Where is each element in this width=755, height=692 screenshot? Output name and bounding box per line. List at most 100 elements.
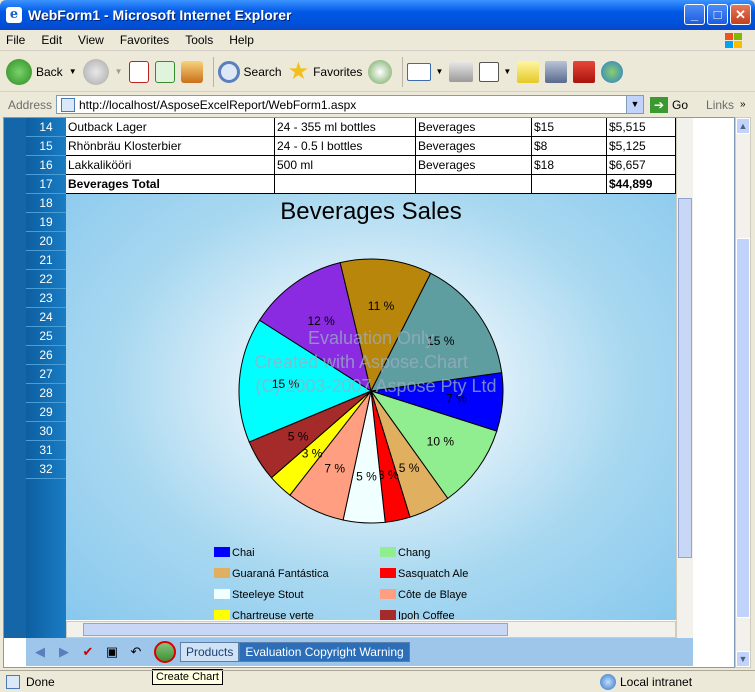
- mail-button[interactable]: ▼: [407, 55, 443, 89]
- discuss-button[interactable]: [517, 55, 540, 89]
- row-header: 32: [26, 460, 66, 479]
- menu-tools[interactable]: Tools: [185, 33, 213, 47]
- prev-sheet-icon[interactable]: ◀: [30, 642, 50, 662]
- scroll-up-icon[interactable]: ▲: [736, 118, 750, 134]
- cell[interactable]: Rhönbräu Klosterbier: [66, 137, 275, 155]
- tab-evaluation-warning[interactable]: Evaluation Copyright Warning: [239, 642, 410, 662]
- scroll-thumb[interactable]: [83, 623, 508, 636]
- worksheet-vertical-scrollbar[interactable]: [676, 118, 693, 638]
- maximize-button[interactable]: □: [707, 4, 728, 25]
- address-input[interactable]: http://localhost/AsposeExcelReport/WebFo…: [56, 95, 644, 114]
- history-button[interactable]: [368, 55, 393, 89]
- cell[interactable]: $44,899: [607, 175, 676, 193]
- note-icon: [517, 60, 540, 83]
- cell[interactable]: 500 ml: [275, 156, 416, 174]
- download-button[interactable]: [573, 55, 596, 89]
- edit-button[interactable]: ▼: [479, 55, 511, 89]
- links-button[interactable]: Links: [706, 98, 734, 112]
- cell[interactable]: Beverages: [416, 137, 532, 155]
- scroll-thumb[interactable]: [678, 198, 692, 558]
- status-text: Done: [26, 674, 55, 689]
- menu-file[interactable]: File: [6, 33, 25, 47]
- cell[interactable]: Beverages: [416, 156, 532, 174]
- cell[interactable]: 24 - 355 ml bottles: [275, 118, 416, 136]
- home-icon: [180, 60, 203, 83]
- save-icon[interactable]: ▣: [102, 642, 122, 662]
- download-icon: [573, 60, 596, 83]
- legend-swatch: [214, 610, 230, 620]
- pie-slice-label: 10 %: [427, 435, 455, 449]
- watermark-line: Evaluation Only: [308, 328, 434, 348]
- cell[interactable]: $15: [532, 118, 607, 136]
- minimize-button[interactable]: _: [684, 4, 705, 25]
- refresh-button[interactable]: [154, 55, 175, 89]
- cell[interactable]: Lakkalikööri: [66, 156, 275, 174]
- row-header: 19: [26, 213, 66, 232]
- cell[interactable]: Outback Lager: [66, 118, 275, 136]
- create-chart-button[interactable]: [154, 641, 176, 663]
- close-button[interactable]: ✕: [730, 4, 751, 25]
- tab-products[interactable]: Products: [180, 642, 240, 662]
- mail-icon: [407, 62, 432, 81]
- legend-label: Côte de Blaye: [398, 589, 467, 601]
- cell[interactable]: $6,657: [607, 156, 676, 174]
- star-icon: ★: [287, 58, 310, 85]
- back-button[interactable]: Back ▼: [6, 55, 77, 89]
- watermark-line: Created with Aspose.Chart: [254, 352, 468, 372]
- cell[interactable]: Beverages: [416, 118, 532, 136]
- worksheet-horizontal-scrollbar[interactable]: [66, 621, 676, 638]
- cell[interactable]: $5,515: [607, 118, 676, 136]
- cell[interactable]: Beverages Total: [66, 175, 275, 193]
- links-chevron-icon[interactable]: »: [740, 99, 746, 110]
- go-button[interactable]: ➔ Go: [650, 96, 688, 113]
- row-header: 18: [26, 194, 66, 213]
- next-sheet-icon[interactable]: ▶: [54, 642, 74, 662]
- menu-bar: File Edit View Favorites Tools Help: [0, 30, 755, 51]
- cell[interactable]: 24 - 0.5 l bottles: [275, 137, 416, 155]
- page-content: 14 15 16 17 18 19 20 21 22 23 24 25 26 2…: [3, 117, 735, 668]
- pie-slice-label: 5 %: [288, 429, 309, 443]
- pie-slice-label: 3 %: [378, 468, 399, 482]
- research-button[interactable]: [545, 55, 568, 89]
- scroll-thumb[interactable]: [736, 238, 750, 618]
- cell[interactable]: [275, 175, 416, 193]
- menu-view[interactable]: View: [78, 33, 104, 47]
- page-icon: [61, 97, 75, 112]
- messenger-icon: [601, 60, 624, 83]
- cell[interactable]: [416, 175, 532, 193]
- cell[interactable]: $18: [532, 156, 607, 174]
- checkmark-icon[interactable]: ✔: [78, 642, 98, 662]
- watermark-line: (C) 2003-2007 Aspose Pty Ltd: [255, 376, 496, 396]
- stop-button[interactable]: [128, 55, 149, 89]
- row-header: 20: [26, 232, 66, 251]
- legend-swatch: [380, 589, 396, 599]
- menu-favorites[interactable]: Favorites: [120, 33, 169, 47]
- pie-chart[interactable]: Beverages Sales 7 % 10 % 5 % 3 % 5 % 7 % 3 % 5 …: [66, 194, 676, 622]
- row-header: 21: [26, 251, 66, 270]
- search-button[interactable]: Search: [217, 55, 282, 89]
- window-vertical-scrollbar[interactable]: ▲ ▼: [735, 117, 751, 668]
- favorites-button[interactable]: ★ Favorites: [288, 55, 363, 89]
- row-header: 27: [26, 365, 66, 384]
- cell[interactable]: $8: [532, 137, 607, 155]
- print-button[interactable]: [449, 55, 474, 89]
- window-title: WebForm1 - Microsoft Internet Explorer: [28, 7, 292, 23]
- pie-slice-label: 12 %: [307, 314, 335, 328]
- cell[interactable]: $5,125: [607, 137, 676, 155]
- undo-icon[interactable]: ↶: [126, 642, 146, 662]
- forward-button[interactable]: ▼: [82, 55, 123, 89]
- refresh-icon: [154, 60, 175, 83]
- home-button[interactable]: [180, 55, 203, 89]
- row-header: 16: [26, 156, 66, 175]
- legend-label: Chai: [232, 547, 255, 559]
- address-dropdown-icon[interactable]: ▼: [626, 96, 643, 113]
- scroll-down-icon[interactable]: ▼: [736, 651, 750, 667]
- legend-swatch: [214, 568, 230, 578]
- menu-help[interactable]: Help: [229, 33, 254, 47]
- messenger-button[interactable]: [601, 55, 624, 89]
- menu-edit[interactable]: Edit: [41, 33, 62, 47]
- row-header: 28: [26, 384, 66, 403]
- chart-title: Beverages Sales: [280, 198, 461, 225]
- pie-chart-svg: Beverages Sales 7 %10 %5 %3 %5 %7 %3 %5 …: [214, 198, 504, 622]
- cell[interactable]: [532, 175, 607, 193]
